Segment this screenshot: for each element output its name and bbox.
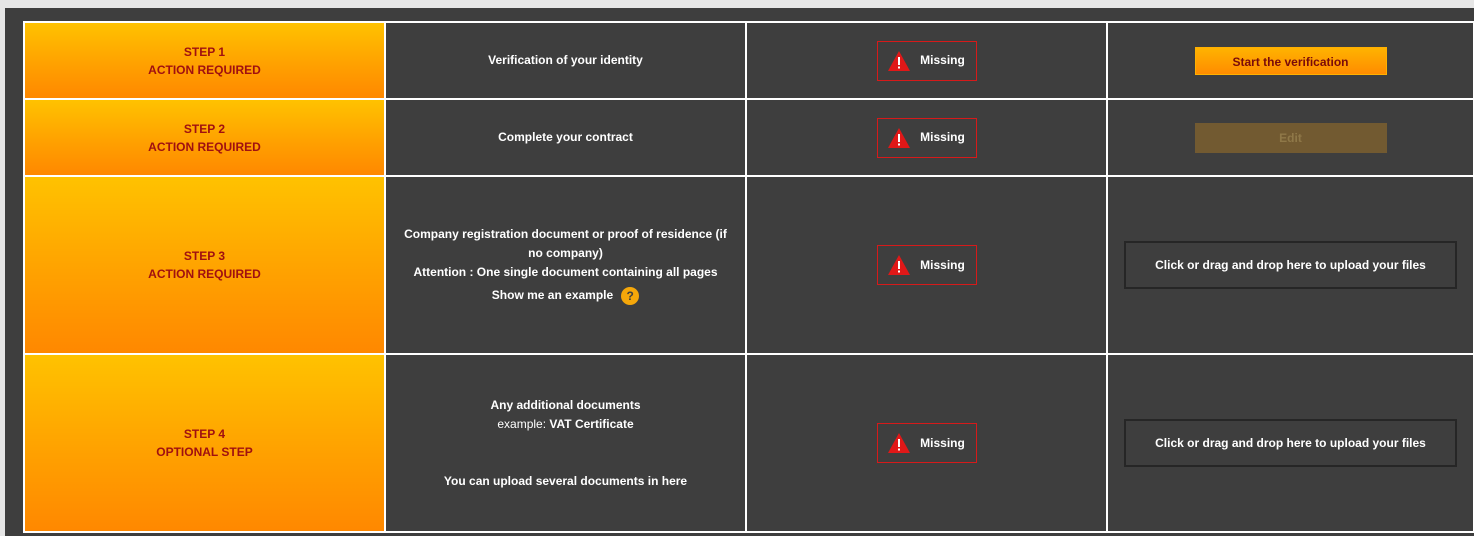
step-description-cell: Complete your contract (384, 98, 747, 177)
upload-note: You can upload several documents in here (443, 473, 688, 488)
file-upload-dropzone[interactable]: Click or drag and drop here to upload yo… (1124, 419, 1457, 467)
step-state: OPTIONAL STEP (156, 445, 253, 459)
step-action-cell: Click or drag and drop here to upload yo… (1106, 175, 1474, 355)
warning-triangle-icon (888, 255, 911, 275)
missing-status-badge: Missing (876, 117, 977, 158)
missing-status-badge: Missing (876, 40, 977, 81)
help-icon[interactable]: ? (621, 286, 640, 305)
step-description-cell: Verification of your identity (384, 21, 747, 100)
step-attention-note: Attention : One single document containi… (413, 265, 718, 279)
step-number: STEP 4 (183, 427, 226, 441)
status-text: Missing (920, 435, 965, 450)
step-number: STEP 1 (183, 44, 226, 59)
step-action-cell: Edit (1106, 98, 1474, 177)
steps-panel: STEP 1 ACTION REQUIRED Verification of y… (5, 8, 1474, 536)
step-label-cell: STEP 1 ACTION REQUIRED (23, 21, 386, 100)
example-value: VAT Certificate (549, 416, 634, 431)
step-action-cell: Start the verification (1106, 21, 1474, 100)
step-description-cell: Any additional documents example: VAT Ce… (384, 353, 747, 533)
onboarding-steps-table: STEP 1 ACTION REQUIRED Verification of y… (23, 21, 1474, 533)
step-description: Complete your contract (498, 130, 633, 144)
example-prefix: example: (497, 416, 550, 431)
step-description: Company registration document or proof o… (404, 227, 727, 260)
step-label-cell: STEP 2 ACTION REQUIRED (23, 98, 386, 177)
step-label-cell: STEP 4 OPTIONAL STEP (23, 353, 386, 533)
example-row: Show me an example? (398, 286, 733, 305)
step-description: Verification of your identity (488, 53, 643, 67)
start-verification-button[interactable]: Start the verification (1194, 46, 1387, 75)
step-number: STEP 3 (183, 249, 226, 263)
step-row-2: STEP 2 ACTION REQUIRED Complete your con… (23, 98, 1474, 177)
step-state: ACTION REQUIRED (148, 139, 261, 154)
step-description: Any additional documents (490, 397, 641, 412)
step-state: ACTION REQUIRED (148, 267, 261, 281)
step-action-cell: Click or drag and drop here to upload yo… (1106, 353, 1474, 533)
step-state: ACTION REQUIRED (148, 62, 261, 77)
status-text: Missing (920, 257, 965, 272)
step-label-cell: STEP 3 ACTION REQUIRED (23, 175, 386, 355)
example-line: example: VAT Certificate (386, 415, 745, 434)
show-example-link[interactable]: Show me an example (492, 288, 613, 302)
missing-status-badge: Missing (876, 245, 977, 285)
warning-triangle-icon (888, 50, 911, 71)
file-upload-dropzone[interactable]: Click or drag and drop here to upload yo… (1124, 241, 1457, 289)
step-status-cell: Missing (745, 98, 1108, 177)
step-row-4: STEP 4 OPTIONAL STEP Any additional docu… (23, 353, 1474, 533)
status-text: Missing (920, 130, 965, 144)
step-status-cell: Missing (745, 353, 1108, 533)
step-description-cell: Company registration document or proof o… (384, 175, 747, 355)
warning-triangle-icon (888, 127, 911, 148)
step-status-cell: Missing (745, 175, 1108, 355)
warning-triangle-icon (888, 433, 911, 453)
missing-status-badge: Missing (876, 423, 977, 463)
edit-contract-button[interactable]: Edit (1194, 122, 1387, 153)
step-status-cell: Missing (745, 21, 1108, 100)
step-row-3: STEP 3 ACTION REQUIRED Company registrat… (23, 175, 1474, 355)
step-number: STEP 2 (183, 121, 226, 136)
step-row-1: STEP 1 ACTION REQUIRED Verification of y… (23, 21, 1474, 100)
status-text: Missing (920, 53, 965, 67)
